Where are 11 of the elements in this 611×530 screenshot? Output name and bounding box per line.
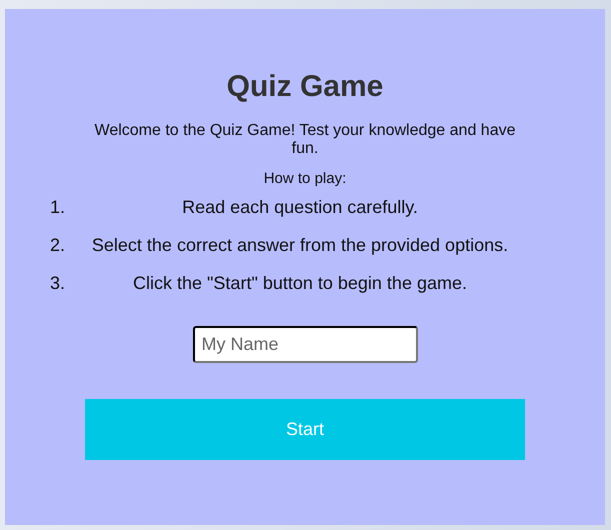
step-number: 3. [49,272,66,294]
step-text: Select the correct answer from the provided options. [90,234,510,256]
step-number: 2. [49,234,66,256]
start-button[interactable]: Start [85,399,525,460]
name-field[interactable]: My Name [192,326,418,363]
instructions-heading: How to play: [264,170,346,188]
step-text: Read each question carefully. [181,196,419,218]
page-title: Quiz Game [226,69,384,105]
step-text: Click the "Start" button to begin the game. [132,272,468,294]
step-number: 1. [49,196,66,218]
intro-text: Welcome to the Quiz Game! Test your knowledge and have fun. [94,122,516,158]
